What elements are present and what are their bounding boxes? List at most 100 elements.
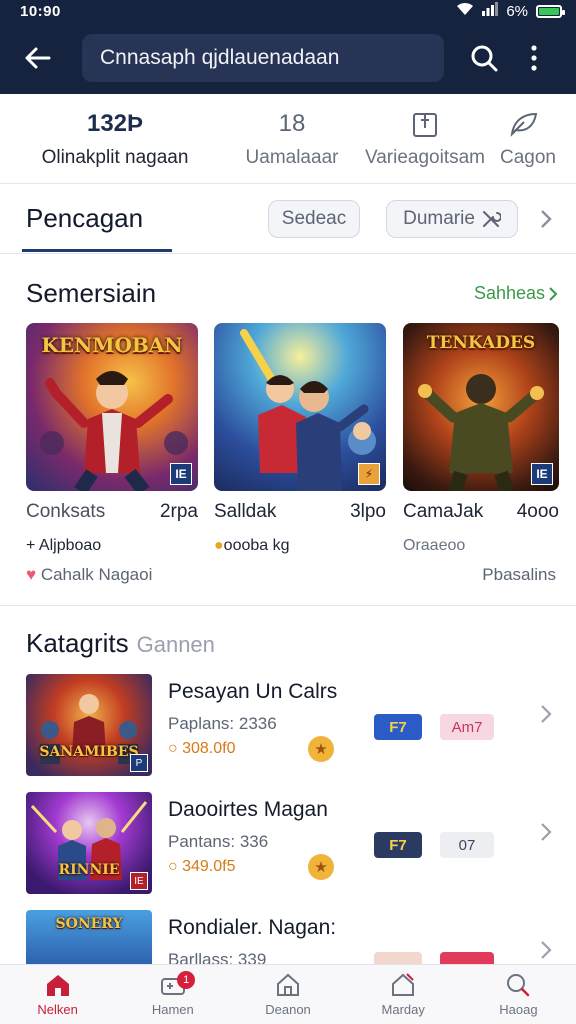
featured-section: Semersiain Sahheas KENMOBAN IE Conksats [0,254,576,606]
rating-badge: IE [531,463,553,485]
item-players: Barllass: 339 [168,950,267,964]
item-players: Paplans: 2336 [168,714,277,733]
more-vertical-icon [531,45,537,71]
card-title: CamaJak [403,501,484,522]
nav-market[interactable]: Marday [346,965,461,1024]
search-button[interactable] [456,22,512,94]
nav-label: Haoag [499,1002,538,1017]
card-title-row: CamaJak 4ooo [403,501,559,523]
list-item[interactable]: SONERY Rondialer. Nagan: Barllass: 339 [26,910,562,964]
card-meta: + Aljpboao [26,537,102,554]
genre-tag [440,952,494,964]
house-outline-icon [277,973,299,996]
genre-tag: Am7 [440,714,494,740]
card-count: 2rpa [159,501,198,522]
game-thumbnail: ⚡ [214,323,386,491]
stat-players[interactable]: 132Þ Olinakplit nagaan [0,94,230,183]
back-button[interactable] [0,22,74,94]
list-item[interactable]: SANAMIBES P Pesayan Un Calrs Paplans: 23… [26,674,562,778]
coin-icon: ○ [168,858,183,875]
shop-icon [392,973,415,996]
card-title-row: Conksats 2rpa [26,501,198,523]
stat-label: Uamalaaar [245,146,339,168]
item-name: Rondialer. Nagan: [168,916,337,939]
card-meta: ●oooba kg [214,537,386,555]
section-subtitle: Gannen [136,632,215,657]
platform-tag [374,952,422,964]
thumbnail-title: TENKADES [426,333,536,353]
stat-games[interactable]: 18 Uamalaaar [230,94,354,183]
rating-badge: IE [170,463,192,485]
wifi-icon [456,2,474,20]
bottom-navigation: Nelken 1 Hamen Deanon Marday Haoag [0,964,576,1024]
thumbnail-title: SANAMIBES [39,744,139,760]
platform-tag: F7 [374,832,422,858]
more-button[interactable] [512,22,556,94]
battery-icon [536,4,565,18]
stat-category[interactable]: Cagon [496,94,576,183]
chevron-right-icon[interactable] [540,704,552,729]
item-price-value: 308.0f0 [182,740,236,757]
stat-variants[interactable]: Varieagoitsam [354,94,496,183]
rating-badge: ⚡ [358,463,380,485]
arrow-left-icon [25,47,51,69]
section-title: Katagrits [26,628,129,658]
card-title: Salldak [214,501,277,522]
nav-label: Deanon [265,1002,311,1017]
game-thumbnail: SANAMIBES P [26,674,152,776]
nav-store[interactable]: Deanon [230,965,345,1024]
filter-tabs: Pencagan Sedeac Dumarie [0,184,576,254]
list-item[interactable]: RINNIE IE Daooirtes Magan Pantans: 336 ○… [26,792,562,896]
card-extra: ♥ Cahalk Nagaoi [26,565,152,585]
card-title: Conksats [26,501,106,522]
stat-value: 132Þ [86,109,144,137]
card-extra-label: Cahalk Nagaoi [40,565,153,584]
featured-card[interactable]: KENMOBAN IE Conksats 2rpa + Aljpboao [26,323,198,555]
stat-label: Varieagoitsam [364,146,486,168]
featured-card[interactable]: TENKADES IE CamaJak 4ooo Oraaeoo [403,323,559,555]
search-icon [471,45,498,72]
item-price: ○ 308.0f0 [168,740,236,758]
genre-tag: 07 [440,832,494,858]
chevron-right-icon[interactable] [540,822,552,847]
item-price-value: 349.0f5 [182,858,236,875]
nav-search[interactable]: Haoag [461,965,576,1024]
coin-icon: ○ [168,740,183,757]
filter-chip-sedeac[interactable]: Sedeac [268,199,360,238]
game-thumbnail: RINNIE IE [26,792,152,894]
thumbnail-title: KENMOBAN [41,333,183,357]
section-title: Semersiain [26,278,157,308]
filter-chip-dumarie[interactable]: Dumarie [386,199,518,238]
status-bar: 10:90 6% [0,0,576,22]
nav-label: Hamen [151,1002,194,1017]
clipboard-icon [412,109,438,139]
stat-value: 18 [278,109,306,137]
item-name: Daooirtes Magan [168,798,328,821]
rating-badge: P [130,754,148,772]
thumbnail-title: RINNIE [58,862,120,878]
tools-icon [482,210,501,227]
nav-home[interactable]: Nelken [0,965,115,1024]
tab-active[interactable]: Pencagan [0,184,172,254]
nav-label: Nelken [37,1002,78,1017]
status-icons: 6% [456,2,565,20]
featured-card[interactable]: ⚡ Salldak 3lpo ●oooba kg [214,323,386,555]
see-all-label: Sahheas [473,283,545,303]
thumbnail-title: SONERY [55,916,123,932]
app-header: Cnnasaph qjdlauenadaan [0,22,576,94]
search-icon [507,974,530,997]
see-all-link[interactable]: Sahheas [474,283,558,304]
nav-label: Marday [381,1002,425,1017]
search-input[interactable]: Cnnasaph qjdlauenadaan [82,34,444,82]
heart-icon: ♥ [26,565,37,584]
game-thumbnail: KENMOBAN IE [26,323,198,491]
featured-header: Semersiain Sahheas [26,278,558,309]
stat-label: Cagon [500,146,556,168]
stat-label: Olinakplit nagaan [41,146,189,168]
game-thumbnail: TENKADES IE [403,323,559,491]
card-extra: Pbasalins [482,565,556,584]
rating-badge: IE [130,872,148,890]
tabs-scroll-right[interactable] [526,209,566,229]
nav-games[interactable]: 1 Hamen [115,965,230,1024]
chevron-right-icon[interactable] [540,940,552,964]
